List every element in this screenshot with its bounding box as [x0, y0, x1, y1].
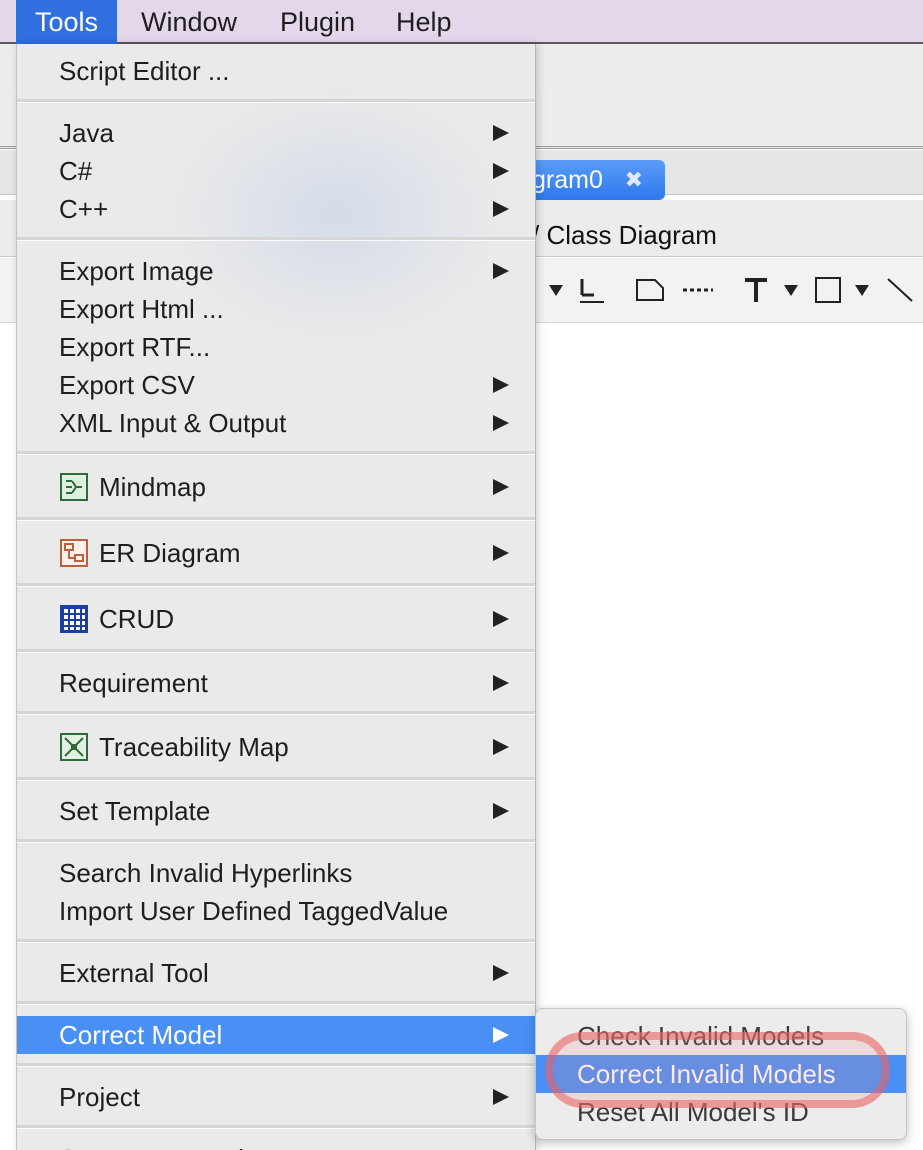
rectangle-tool-icon[interactable]: [812, 270, 844, 310]
submenu-arrow-icon: [493, 611, 509, 627]
menu-item-crud[interactable]: CRUD: [17, 600, 535, 638]
submenu-arrow-icon: [493, 1027, 509, 1043]
menu-item-project[interactable]: Project: [17, 1078, 535, 1116]
submenu-arrow-icon: [493, 163, 509, 179]
mindmap-icon: [60, 473, 88, 501]
menu-item-label: C#: [59, 156, 93, 186]
diagram-tab-label: gram0: [532, 166, 603, 194]
menu-item-system-properties[interactable]: System Properties: [17, 1140, 535, 1150]
menu-item-er-diagram[interactable]: ER Diagram: [17, 534, 535, 572]
menu-item-label: Search Invalid Hyperlinks: [59, 858, 353, 888]
menu-item-import-user-defined-taggedvalue[interactable]: Import User Defined TaggedValue: [17, 892, 535, 930]
menu-item-traceability-map[interactable]: Traceability Map: [17, 728, 535, 766]
highlight-annotation-ring: [545, 1032, 890, 1108]
submenu-arrow-icon: [493, 263, 509, 279]
submenu-arrow-icon: [493, 125, 509, 141]
menu-bar: Tools Window Plugin Help: [0, 0, 923, 44]
menu-item-label: Mindmap: [99, 472, 206, 502]
menu-separator: [17, 1063, 535, 1067]
menu-item-label: Requirement: [59, 668, 208, 698]
menu-item-label: Export RTF...: [59, 332, 211, 362]
menu-item-xml-input-output[interactable]: XML Input & Output: [17, 404, 535, 442]
submenu-arrow-icon: [493, 545, 509, 561]
menu-separator: [17, 99, 535, 103]
submenu-arrow-icon: [493, 415, 509, 431]
menu-item-cpp[interactable]: C++: [17, 190, 535, 228]
menu-tools[interactable]: Tools: [16, 0, 118, 44]
menu-separator: [17, 777, 535, 781]
note-anchor-icon[interactable]: [578, 270, 606, 310]
text-tool-icon[interactable]: [742, 270, 770, 310]
breadcrumb: / Class Diagram: [532, 220, 717, 250]
menu-item-label: Export Html ...: [59, 294, 224, 324]
menu-separator: [17, 649, 535, 653]
crud-grid-icon: [60, 605, 88, 633]
menu-item-label: Import User Defined TaggedValue: [59, 896, 449, 926]
menu-item-label: Java: [59, 118, 114, 148]
menu-item-java[interactable]: Java: [17, 114, 535, 152]
submenu-arrow-icon: [493, 201, 509, 217]
line-tool-icon[interactable]: [884, 270, 916, 310]
menu-item-label: XML Input & Output: [59, 408, 287, 438]
menu-item-export-rtf[interactable]: Export RTF...: [17, 328, 535, 366]
submenu-arrow-icon: [493, 739, 509, 755]
menu-item-label: Export CSV: [59, 370, 195, 400]
menu-item-label: Set Template: [59, 796, 211, 826]
menu-separator: [17, 839, 535, 843]
note-shape-icon[interactable]: [634, 270, 666, 310]
menu-item-label: External Tool: [59, 958, 209, 988]
menu-separator: [17, 1001, 535, 1005]
submenu-arrow-icon: [493, 675, 509, 691]
dropdown-arrow-icon[interactable]: [781, 270, 801, 310]
submenu-arrow-icon: [493, 965, 509, 981]
submenu-arrow-icon: [493, 479, 509, 495]
menu-item-label: C++: [59, 194, 109, 224]
traceability-map-icon: [60, 733, 88, 761]
dropdown-arrow-icon[interactable]: [546, 270, 566, 310]
menu-item-label: Project: [59, 1082, 140, 1112]
menu-item-correct-model[interactable]: Correct Model: [17, 1016, 535, 1054]
menu-separator: [17, 939, 535, 943]
menu-item-label: Traceability Map: [99, 732, 289, 762]
dropdown-arrow-icon[interactable]: [852, 270, 872, 310]
menu-separator: [17, 237, 535, 241]
menu-separator: [17, 517, 535, 521]
menu-item-requirement[interactable]: Requirement: [17, 664, 535, 702]
menu-help[interactable]: Help: [377, 0, 471, 44]
menu-item-label: Script Editor ...: [59, 56, 230, 86]
menu-item-label: System Properties: [59, 1140, 271, 1150]
submenu-arrow-icon: [493, 377, 509, 393]
menu-item-script-editor[interactable]: Script Editor ...: [17, 52, 535, 90]
menu-item-mindmap[interactable]: Mindmap: [17, 468, 535, 506]
menu-item-search-invalid-hyperlinks[interactable]: Search Invalid Hyperlinks: [17, 854, 535, 892]
er-diagram-icon: [60, 539, 88, 567]
menu-item-export-csv[interactable]: Export CSV: [17, 366, 535, 404]
menu-item-label: Correct Model: [59, 1020, 223, 1050]
menu-separator: [17, 711, 535, 715]
menu-plugin[interactable]: Plugin: [261, 0, 374, 44]
menu-window[interactable]: Window: [122, 0, 256, 44]
menu-separator: [17, 583, 535, 587]
menu-item-set-template[interactable]: Set Template: [17, 792, 535, 830]
submenu-arrow-icon: [493, 803, 509, 819]
menu-separator: [17, 451, 535, 455]
menu-item-export-image[interactable]: Export Image: [17, 252, 535, 290]
menu-item-label: CRUD: [99, 604, 175, 634]
menu-item-csharp[interactable]: C#: [17, 152, 535, 190]
menu-item-label: ER Diagram: [99, 538, 241, 568]
menu-item-export-html[interactable]: Export Html ...: [17, 290, 535, 328]
dashed-line-icon[interactable]: [682, 270, 714, 310]
menu-item-label: Export Image: [59, 256, 214, 286]
close-icon[interactable]: ✖: [625, 160, 643, 200]
menu-separator: [17, 1125, 535, 1129]
tools-dropdown-menu: Script Editor ... Java C# C++ Export Ima…: [16, 44, 536, 1150]
menu-item-external-tool[interactable]: External Tool: [17, 954, 535, 992]
submenu-arrow-icon: [493, 1089, 509, 1105]
